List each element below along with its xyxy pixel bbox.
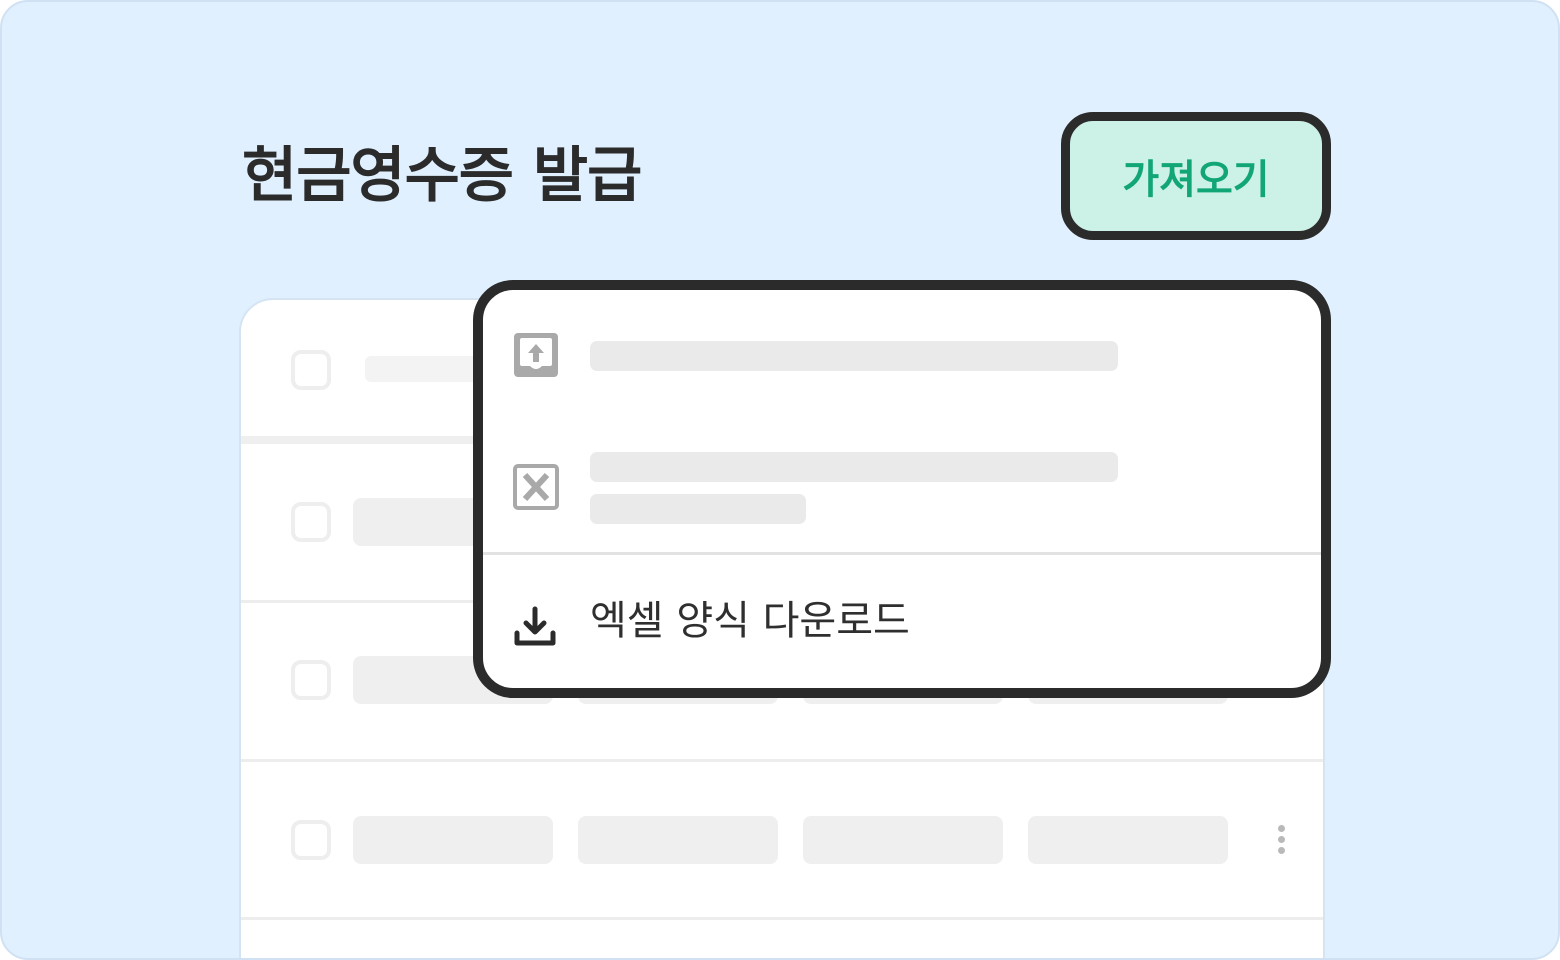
download-template-label: 엑셀 양식 다운로드 — [590, 598, 910, 644]
menu-item-upload[interactable] — [483, 290, 1321, 430]
menu-item-sublabel-placeholder — [590, 494, 806, 524]
import-button-label: 가져오기 — [1122, 157, 1270, 203]
table-row[interactable] — [241, 762, 1323, 918]
menu-item-label-placeholder — [590, 452, 1118, 482]
kebab-menu-icon[interactable] — [1278, 825, 1286, 855]
upload-tray-icon — [514, 333, 558, 377]
row-checkbox[interactable] — [291, 502, 331, 542]
row-cell — [353, 816, 553, 864]
import-button[interactable]: 가져오기 — [1061, 112, 1331, 240]
import-dropdown-menu: 엑셀 양식 다운로드 — [473, 280, 1331, 698]
menu-item-excel-upload[interactable] — [483, 430, 1321, 552]
row-cell — [803, 816, 1003, 864]
row-divider — [241, 917, 1323, 920]
row-cell — [1028, 816, 1228, 864]
excel-file-icon — [513, 464, 559, 510]
select-all-checkbox[interactable] — [291, 350, 331, 390]
row-checkbox[interactable] — [291, 820, 331, 860]
menu-item-label-placeholder — [590, 341, 1118, 371]
download-icon — [514, 606, 556, 646]
row-cell — [578, 816, 778, 864]
row-checkbox[interactable] — [291, 660, 331, 700]
app-frame: 현금영수증 발급 가져오기 엑셀 양식 다운로드 — [0, 0, 1560, 960]
page-title: 현금영수증 발급 — [242, 141, 642, 211]
